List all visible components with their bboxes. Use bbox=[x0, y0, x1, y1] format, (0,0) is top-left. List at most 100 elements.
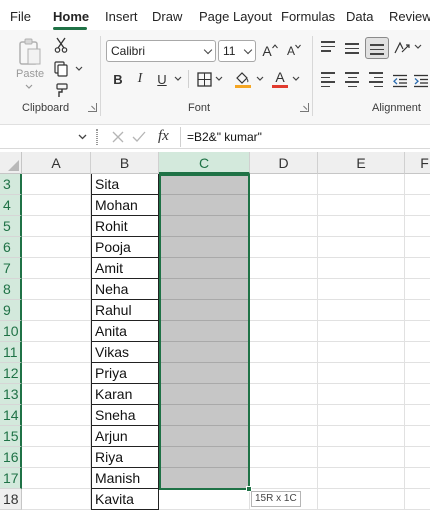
name-box-chevron-icon[interactable] bbox=[78, 134, 87, 140]
grow-font-button[interactable]: A bbox=[260, 40, 280, 62]
borders-button[interactable] bbox=[194, 68, 214, 90]
cell-d14[interactable] bbox=[250, 405, 318, 426]
cell-b9[interactable]: Rahul bbox=[91, 300, 159, 321]
tab-page-layout[interactable]: Page Layout bbox=[199, 9, 272, 24]
row-header[interactable]: 4 bbox=[0, 195, 22, 216]
cell-b12[interactable]: Priya bbox=[91, 363, 159, 384]
borders-dropdown-chevron-icon[interactable] bbox=[214, 74, 224, 84]
orientation-button[interactable] bbox=[392, 38, 412, 58]
tab-formulas[interactable]: Formulas bbox=[281, 9, 335, 24]
row-header[interactable]: 17 bbox=[0, 468, 22, 489]
cell-a7[interactable] bbox=[22, 258, 91, 279]
row-header[interactable]: 3 bbox=[0, 174, 22, 195]
cell-a15[interactable] bbox=[22, 426, 91, 447]
formula-input[interactable] bbox=[180, 127, 430, 147]
cell-c4[interactable] bbox=[159, 195, 250, 216]
tab-file[interactable]: File bbox=[10, 9, 31, 24]
cell-c11[interactable] bbox=[159, 342, 250, 363]
column-header-c[interactable]: C bbox=[159, 152, 250, 174]
cell-a5[interactable] bbox=[22, 216, 91, 237]
cell-e3[interactable] bbox=[318, 174, 405, 195]
font-color-dropdown-chevron-icon[interactable] bbox=[291, 74, 301, 84]
column-header-e[interactable]: E bbox=[318, 152, 405, 174]
row-header[interactable]: 12 bbox=[0, 363, 22, 384]
copy-button[interactable] bbox=[52, 60, 70, 78]
italic-button[interactable]: I bbox=[130, 68, 150, 90]
insert-function-button[interactable]: fx bbox=[158, 128, 169, 145]
cell-d17[interactable] bbox=[250, 468, 318, 489]
tab-home[interactable]: Home bbox=[53, 9, 89, 24]
cell-b18[interactable]: Kavita bbox=[91, 489, 159, 510]
cell-b4[interactable]: Mohan bbox=[91, 195, 159, 216]
align-top-button[interactable] bbox=[318, 38, 338, 58]
cell-a18[interactable] bbox=[22, 489, 91, 510]
align-middle-button[interactable] bbox=[342, 38, 362, 58]
tab-insert[interactable]: Insert bbox=[105, 9, 138, 24]
cell-d16[interactable] bbox=[250, 447, 318, 468]
fill-color-button[interactable] bbox=[232, 68, 254, 90]
align-left-button[interactable] bbox=[318, 72, 338, 90]
copy-dropdown-chevron-icon[interactable] bbox=[74, 64, 84, 74]
column-header-a[interactable]: A bbox=[22, 152, 91, 174]
enter-check-icon[interactable] bbox=[132, 131, 146, 143]
row-header[interactable]: 18 bbox=[0, 489, 22, 510]
cell-b14[interactable]: Sneha bbox=[91, 405, 159, 426]
cut-button[interactable] bbox=[52, 36, 70, 54]
cancel-icon[interactable] bbox=[112, 131, 124, 143]
cell-e15[interactable] bbox=[318, 426, 405, 447]
cell-a14[interactable] bbox=[22, 405, 91, 426]
cell-c17[interactable] bbox=[159, 468, 250, 489]
decrease-indent-button[interactable] bbox=[390, 72, 410, 90]
cell-f7[interactable] bbox=[405, 258, 430, 279]
row-header[interactable]: 15 bbox=[0, 426, 22, 447]
cell-a10[interactable] bbox=[22, 321, 91, 342]
cell-b7[interactable]: Amit bbox=[91, 258, 159, 279]
cell-c10[interactable] bbox=[159, 321, 250, 342]
cell-b17[interactable]: Manish bbox=[91, 468, 159, 489]
cell-d10[interactable] bbox=[250, 321, 318, 342]
cell-d12[interactable] bbox=[250, 363, 318, 384]
cell-c7[interactable] bbox=[159, 258, 250, 279]
paste-dropdown-chevron-icon[interactable] bbox=[24, 82, 34, 92]
cell-e16[interactable] bbox=[318, 447, 405, 468]
cell-c5[interactable] bbox=[159, 216, 250, 237]
select-all-button[interactable] bbox=[0, 152, 22, 174]
tab-draw[interactable]: Draw bbox=[152, 9, 182, 24]
bold-button[interactable]: B bbox=[108, 68, 128, 90]
shrink-font-button[interactable]: A bbox=[284, 40, 304, 62]
underline-dropdown-chevron-icon[interactable] bbox=[173, 74, 183, 84]
fill-color-dropdown-chevron-icon[interactable] bbox=[255, 74, 265, 84]
format-painter-button[interactable] bbox=[52, 82, 70, 100]
cell-b16[interactable]: Riya bbox=[91, 447, 159, 468]
cell-c12[interactable] bbox=[159, 363, 250, 384]
row-header[interactable]: 14 bbox=[0, 405, 22, 426]
align-bottom-button[interactable] bbox=[365, 37, 389, 59]
cell-e5[interactable] bbox=[318, 216, 405, 237]
font-name-combo[interactable]: Calibri bbox=[106, 40, 216, 62]
increase-indent-button[interactable] bbox=[412, 72, 430, 90]
cell-f13[interactable] bbox=[405, 384, 430, 405]
cell-d9[interactable] bbox=[250, 300, 318, 321]
paste-button[interactable] bbox=[14, 36, 46, 68]
cell-e18[interactable] bbox=[318, 489, 405, 510]
cell-f14[interactable] bbox=[405, 405, 430, 426]
tab-review[interactable]: Review bbox=[389, 9, 430, 24]
row-header[interactable]: 6 bbox=[0, 237, 22, 258]
cell-f11[interactable] bbox=[405, 342, 430, 363]
cell-c6[interactable] bbox=[159, 237, 250, 258]
cell-e4[interactable] bbox=[318, 195, 405, 216]
cell-b5[interactable]: Rohit bbox=[91, 216, 159, 237]
row-header[interactable]: 16 bbox=[0, 447, 22, 468]
cell-d5[interactable] bbox=[250, 216, 318, 237]
column-header-f[interactable]: F bbox=[405, 152, 430, 174]
cell-b6[interactable]: Pooja bbox=[91, 237, 159, 258]
row-header[interactable]: 11 bbox=[0, 342, 22, 363]
cell-c8[interactable] bbox=[159, 279, 250, 300]
cell-e10[interactable] bbox=[318, 321, 405, 342]
cell-d6[interactable] bbox=[250, 237, 318, 258]
cell-a17[interactable] bbox=[22, 468, 91, 489]
cell-a13[interactable] bbox=[22, 384, 91, 405]
column-header-b[interactable]: B bbox=[91, 152, 159, 174]
clipboard-dialog-launcher-icon[interactable] bbox=[88, 103, 97, 112]
row-header[interactable]: 10 bbox=[0, 321, 22, 342]
